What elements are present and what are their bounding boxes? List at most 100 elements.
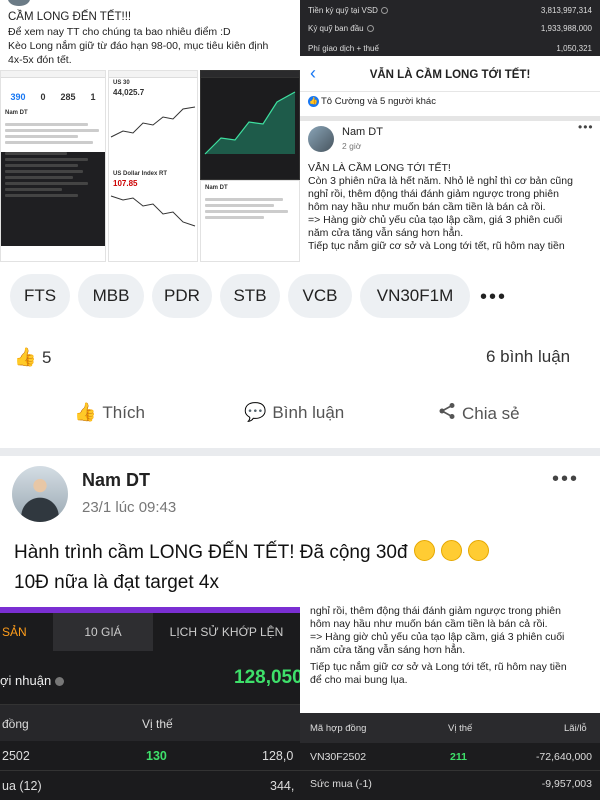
image-text-line: CẦM LONG ĐẾN TẾT!!! xyxy=(8,11,132,23)
comment-count[interactable]: 6 bình luận xyxy=(486,347,570,367)
embedded-post-image-left: CẦM LONG ĐẾN TẾT!!! Để xem nay TT cho ch… xyxy=(0,0,300,262)
account-row: Ký quỹ ban đầu 1,933,988,000 xyxy=(300,20,600,36)
smiling-face-icon xyxy=(440,540,462,561)
stat-number: 1 xyxy=(90,92,96,102)
more-options-icon: ••• xyxy=(578,120,594,134)
row-label: Sức mua (-1) xyxy=(310,778,372,790)
back-arrow-icon: ‹ xyxy=(310,63,316,83)
account-row-value: 3,813,997,314 xyxy=(540,5,592,15)
mini-price: 107.85 xyxy=(113,179,138,188)
row-value: 344, xyxy=(270,779,295,793)
row-label: ua (12) xyxy=(2,779,42,793)
thumbs-up-icon: 👍 xyxy=(308,96,319,107)
post-text-line: Hành trình cầm LONG ĐẾN TẾT! Đã cộng 30đ xyxy=(14,540,489,564)
mini-line-chart xyxy=(110,106,196,138)
embedded-trading-screenshot-left: SẢN 10 GIÁ LỊCH SỬ KHỚP LỆN ợi nhuận 128… xyxy=(0,607,300,800)
like-button[interactable]: 👍 Thích xyxy=(74,402,145,423)
position-value: 211 xyxy=(450,751,467,763)
mini-screenshot-post: 390 0 285 1 Nam DT xyxy=(0,70,106,262)
post-body-line: hôm nay hầu như muốn bán cầm tiền là bán… xyxy=(310,618,548,630)
post-body-line: để cho mai bung lụa. xyxy=(310,674,408,686)
tab-lich-su-khop-lenh: LỊCH SỬ KHỚP LỆN xyxy=(169,625,284,639)
column-header: Mã hợp đồng xyxy=(310,723,367,734)
mini-screenshot-post2: Nam DT xyxy=(200,180,300,262)
embedded-post-image-right: Tiền ký quỹ tại VSD 3,813,997,314 Ký quỹ… xyxy=(300,0,600,262)
comment-button[interactable]: 💬 Bình luận xyxy=(244,402,344,423)
mini-line-chart xyxy=(110,195,196,227)
stat-number: 390 xyxy=(10,92,26,102)
like-count[interactable]: 5 xyxy=(42,348,51,368)
column-header: Vị thế xyxy=(142,717,173,731)
table-row xyxy=(0,771,300,800)
more-options-button[interactable]: ••• xyxy=(552,468,579,491)
share-button[interactable]: Chia sẻ xyxy=(438,402,520,425)
author-name[interactable]: Nam DT xyxy=(82,470,150,491)
image-text-line: Để xem nay TT cho chúng ta bao nhiêu điể… xyxy=(8,26,231,38)
info-icon xyxy=(366,24,374,32)
position-value: 130 xyxy=(146,749,167,763)
tab-10-gia: 10 GIÁ xyxy=(53,613,153,651)
like-label: Thích xyxy=(102,402,145,422)
feed-screenshot: CẦM LONG ĐẾN TẾT!!! Để xem nay TT cho ch… xyxy=(0,0,600,800)
pnl-value: 128,050 xyxy=(234,667,300,688)
mini-screenshot-dark-chart xyxy=(200,70,300,180)
post-body-line: VẪN LÀ CẦM LONG TỚI TẾT! xyxy=(308,162,451,174)
share-icon xyxy=(438,402,456,425)
comment-label: Bình luận xyxy=(272,402,345,422)
image-text-line: Kèo Long nắm giữ từ đáo hạn 98-00, mục t… xyxy=(8,40,269,52)
tag-chip-vcb[interactable]: VCB xyxy=(288,274,352,318)
contract-code: VN30F2502 xyxy=(310,751,367,763)
post-body-line: Tiếp tục nắm giữ cơ sở và Long tới tết, … xyxy=(308,240,565,252)
post-body-line: Tiếp tục nắm giữ cơ sở và Long tới tết, … xyxy=(310,661,567,673)
account-row-value: 1,050,321 xyxy=(556,43,592,53)
post-body-line: Còn 3 phiên nữa là hết năm. Nhỏ lẻ nghỉ … xyxy=(308,175,573,187)
post-body-line: năm cửa tăng vẫn sáng hơn hẳn. xyxy=(308,227,464,239)
avatar xyxy=(8,0,30,6)
pnl-label: ợi nhuận xyxy=(0,673,64,688)
tag-chip-vn30f1m[interactable]: VN30F1M xyxy=(360,274,470,318)
stat-number: 0 xyxy=(40,92,46,102)
row-value: -9,957,003 xyxy=(541,778,592,790)
comment-icon: 💬 xyxy=(244,402,267,422)
tag-chip-mbb[interactable]: MBB xyxy=(78,274,144,318)
mini-author: Nam DT xyxy=(205,185,228,191)
contract-code: 2502 xyxy=(2,749,30,763)
pnl-value: -72,640,000 xyxy=(535,751,592,763)
post-body-line: => Hàng giờ chủ yếu của tạo lập cầm, giá… xyxy=(310,631,565,643)
tab-san: SẢN xyxy=(0,613,53,651)
mini-price: 44,025.7 xyxy=(113,88,145,97)
share-label: Chia sẻ xyxy=(462,403,520,423)
post-body-line: năm cửa tăng vẫn sáng hơn hẳn. xyxy=(310,644,466,656)
thumbs-up-icon: 👍 xyxy=(74,402,97,422)
likes-text: Tô Cường và 5 người khác xyxy=(321,96,436,108)
post-time[interactable]: 23/1 lúc 09:43 xyxy=(82,499,176,516)
info-icon xyxy=(54,677,64,686)
author-name: Nam DT xyxy=(342,126,383,138)
avatar[interactable] xyxy=(12,466,68,522)
post-body-line: nghỉ rồi, thêm động thái đánh giảm ngược… xyxy=(308,188,559,200)
thumbs-up-icon: 👍 xyxy=(14,347,37,367)
account-row-label: Tiền ký quỹ tại VSD xyxy=(308,5,378,15)
column-header: đồng xyxy=(2,717,29,731)
mini-screenshot-charts: US 30 44,025.7 US Dollar Index RT 107.85 xyxy=(108,70,198,262)
avatar xyxy=(308,126,334,152)
likes-summary: 👍 Tô Cường và 5 người khác xyxy=(308,96,436,107)
mini-symbol: US 30 xyxy=(113,80,130,86)
account-row-label: Ký quỹ ban đầu xyxy=(308,23,364,33)
account-row: Tiền ký quỹ tại VSD 3,813,997,314 xyxy=(300,2,600,18)
more-tags-button[interactable]: ••• xyxy=(480,286,507,309)
tag-chip-fts[interactable]: FTS xyxy=(10,274,70,318)
mini-author: Nam DT xyxy=(5,110,28,116)
divider xyxy=(300,116,600,121)
post-text-line: 10Đ nữa là đạt target 4x xyxy=(14,572,219,593)
stat-number: 285 xyxy=(60,92,76,102)
post-body-line: => Hàng giờ chủ yếu của tạo lập cầm, giá… xyxy=(308,214,563,226)
tag-chip-stb[interactable]: STB xyxy=(220,274,280,318)
post-divider xyxy=(0,448,600,456)
mini-symbol: US Dollar Index RT xyxy=(113,171,168,177)
image-text-line: 4x-5x đón tết. xyxy=(8,54,72,66)
info-icon xyxy=(380,6,388,14)
tag-chip-pdr[interactable]: PDR xyxy=(152,274,212,318)
column-header: Vị thế xyxy=(448,723,473,734)
column-header: Lãi/lỗ xyxy=(564,723,587,734)
